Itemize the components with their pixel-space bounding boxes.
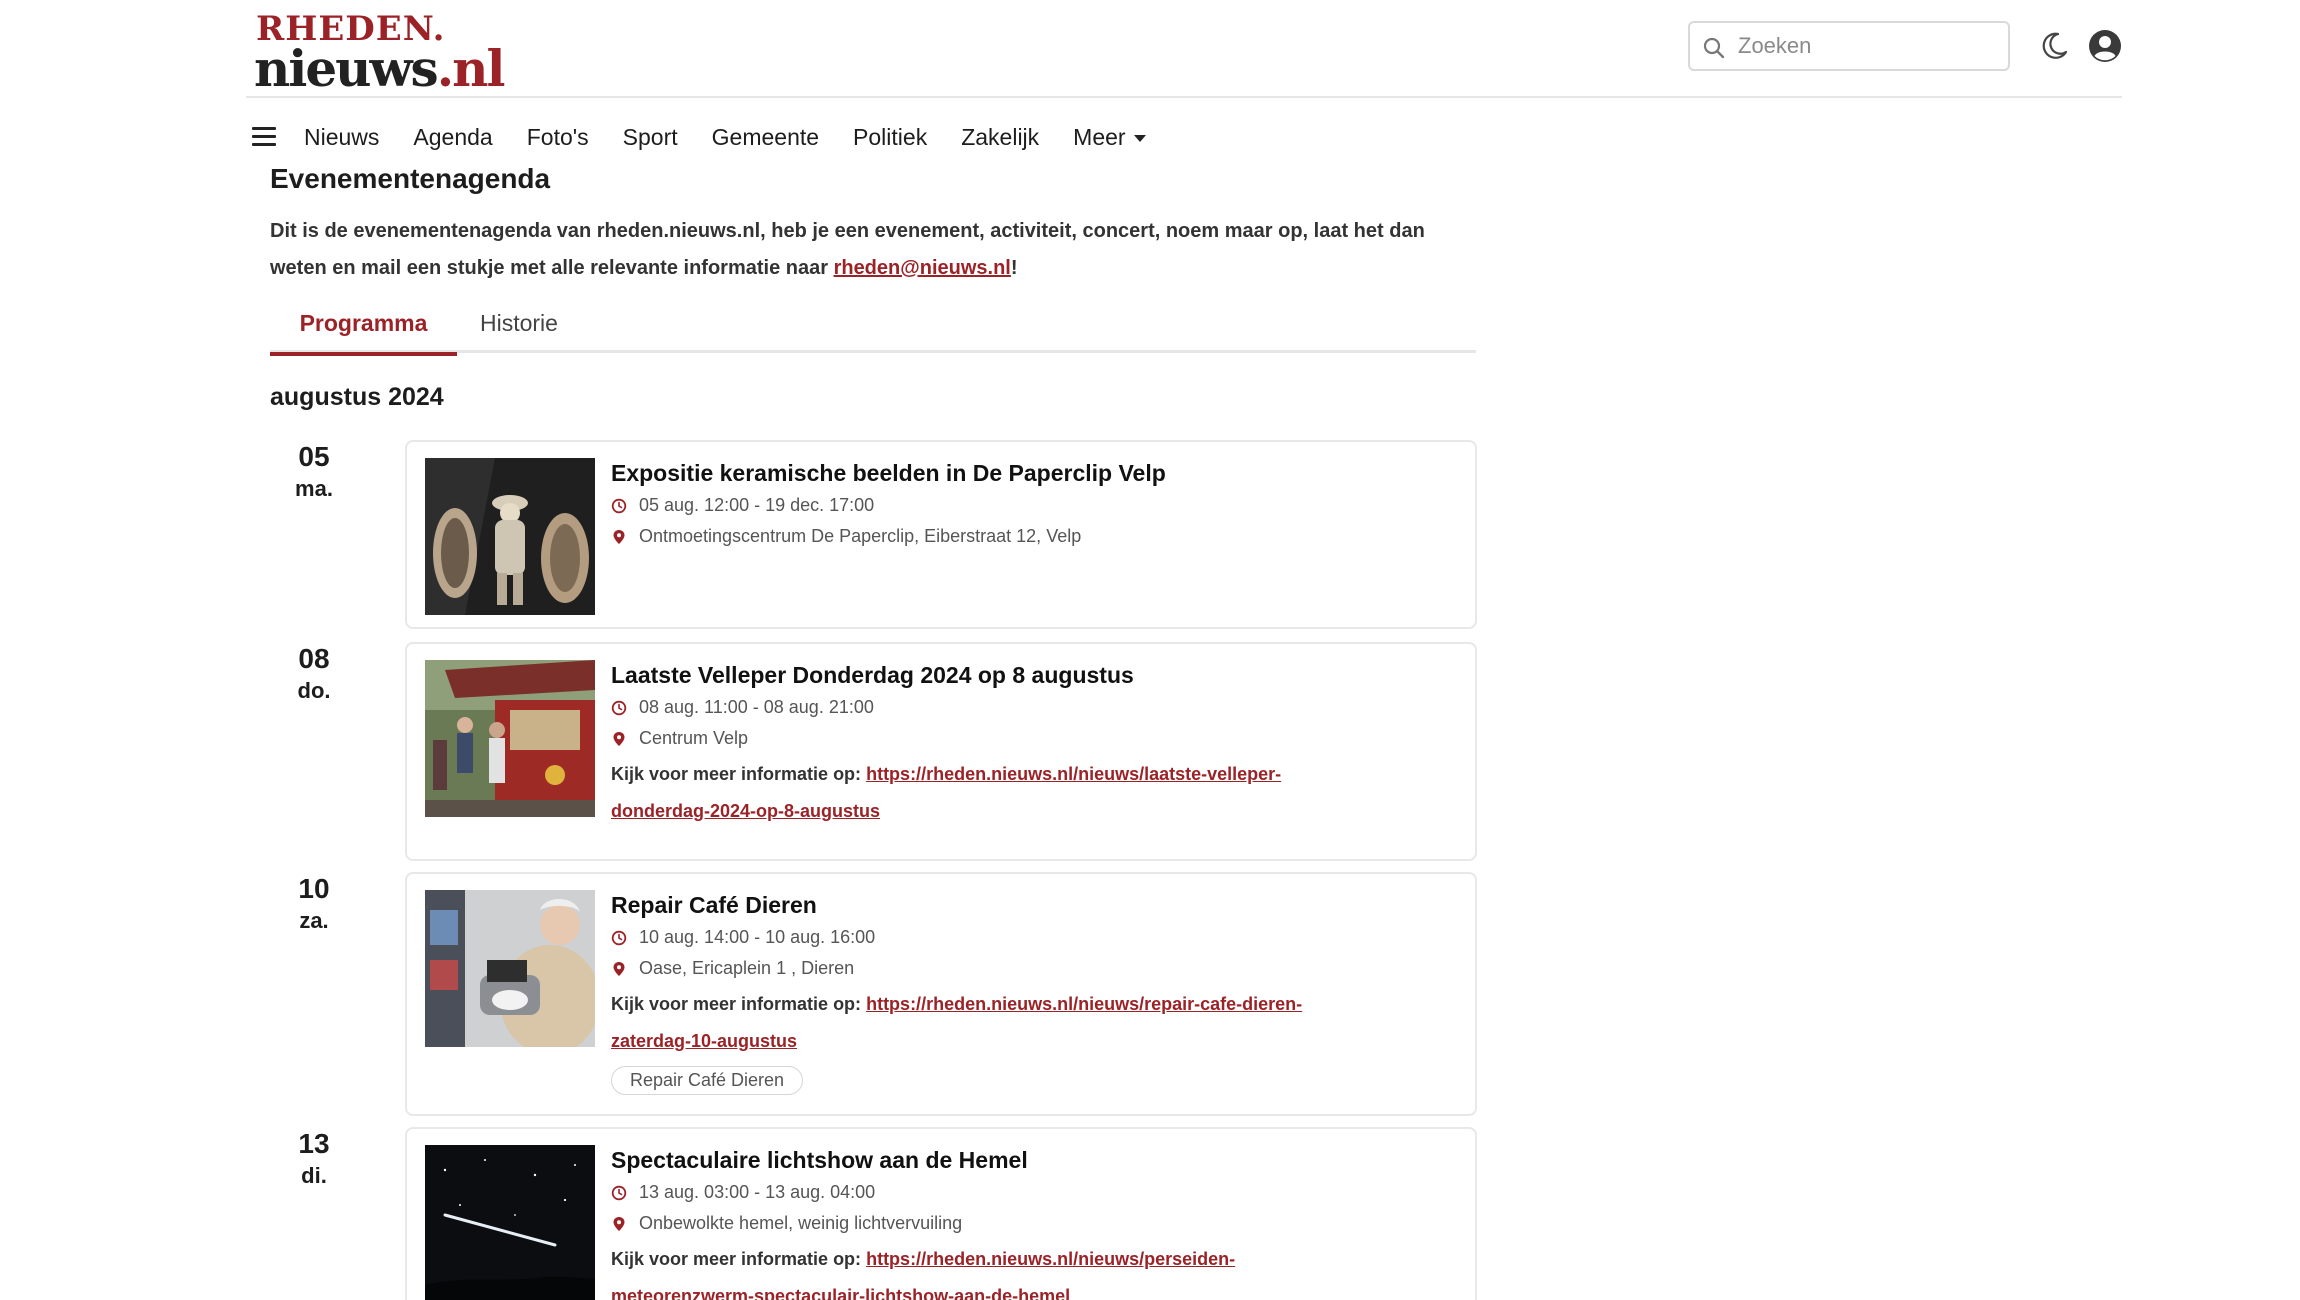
- event-title[interactable]: Spectaculaire lichtshow aan de Hemel: [611, 1143, 1451, 1177]
- search-icon[interactable]: [1702, 36, 1726, 60]
- clock-icon: [611, 700, 627, 716]
- search-input[interactable]: [1738, 31, 1998, 61]
- search-box[interactable]: [1688, 21, 2010, 71]
- event-weekday: do.: [297, 678, 331, 703]
- more-info-link-cont[interactable]: zaterdag-10-augustus: [611, 1031, 797, 1051]
- event-day: 08: [298, 643, 330, 674]
- event-time: 05 aug. 12:00 - 19 dec. 17:00: [611, 490, 1451, 521]
- clock-icon: [611, 1185, 627, 1201]
- more-info-label: Kijk voor meer informatie op:: [611, 1249, 862, 1269]
- map-pin-icon: [613, 732, 625, 746]
- map-pin-icon: [613, 962, 625, 976]
- clock-icon: [611, 930, 627, 946]
- event-location: Onbewolkte hemel, weinig lichtvervuiling: [611, 1208, 1451, 1239]
- event-info: Spectaculaire lichtshow aan de Hemel 13 …: [611, 1143, 1451, 1300]
- event-card[interactable]: Expositie keramische beelden in De Paper…: [405, 440, 1477, 629]
- event-time-text: 05 aug. 12:00 - 19 dec. 17:00: [639, 495, 875, 515]
- event-day: 13: [298, 1128, 330, 1159]
- event-location: Centrum Velp: [611, 723, 1451, 754]
- event-more-info: Kijk voor meer informatie op: https://rh…: [611, 1241, 1451, 1300]
- event-date: 05 ma.: [270, 440, 358, 504]
- event-location: Oase, Ericaplein 1 , Dieren: [611, 953, 1451, 984]
- event-list: 05 ma. Expositie keramische beelden in D…: [270, 0, 1477, 1300]
- event-title[interactable]: Expositie keramische beelden in De Paper…: [611, 456, 1451, 490]
- event-day: 05: [298, 441, 330, 472]
- more-info-link[interactable]: https://rheden.nieuws.nl/nieuws/perseide…: [866, 1249, 1235, 1269]
- event-title[interactable]: Laatste Velleper Donderdag 2024 op 8 aug…: [611, 658, 1451, 692]
- event-info: Expositie keramische beelden in De Paper…: [611, 456, 1451, 552]
- event-thumbnail[interactable]: [425, 890, 595, 1047]
- event-time: 08 aug. 11:00 - 08 aug. 21:00: [611, 692, 1451, 723]
- event-location: Ontmoetingscentrum De Paperclip, Eiberst…: [611, 521, 1451, 552]
- map-pin-icon: [613, 1217, 625, 1231]
- event-day: 10: [298, 873, 330, 904]
- event-thumbnail[interactable]: [425, 660, 595, 817]
- event-weekday: di.: [301, 1163, 327, 1188]
- event-more-info: Kijk voor meer informatie op: https://rh…: [611, 756, 1451, 830]
- event-time-text: 10 aug. 14:00 - 10 aug. 16:00: [639, 927, 876, 947]
- event-thumbnail[interactable]: [425, 1145, 595, 1300]
- event-info: Repair Café Dieren 10 aug. 14:00 - 10 au…: [611, 888, 1451, 1095]
- more-info-link-cont[interactable]: meteorenzwerm-spectaculair-lichtshow-aan…: [611, 1286, 1070, 1300]
- event-title[interactable]: Repair Café Dieren: [611, 888, 1451, 922]
- event-time-text: 13 aug. 03:00 - 13 aug. 04:00: [639, 1182, 876, 1202]
- event-time: 13 aug. 03:00 - 13 aug. 04:00: [611, 1177, 1451, 1208]
- user-icon[interactable]: [2088, 29, 2122, 63]
- event-location-text: Onbewolkte hemel, weinig lichtvervuiling: [639, 1213, 963, 1233]
- event-info: Laatste Velleper Donderdag 2024 op 8 aug…: [611, 658, 1451, 830]
- map-pin-icon: [613, 530, 625, 544]
- event-date: 10 za.: [270, 872, 358, 936]
- event-weekday: za.: [299, 908, 329, 933]
- more-info-link-cont[interactable]: donderdag-2024-op-8-augustus: [611, 801, 880, 821]
- event-time: 10 aug. 14:00 - 10 aug. 16:00: [611, 922, 1451, 953]
- more-info-link[interactable]: https://rheden.nieuws.nl/nieuws/laatste-…: [866, 764, 1281, 784]
- more-info-label: Kijk voor meer informatie op:: [611, 994, 862, 1014]
- event-thumbnail[interactable]: [425, 458, 595, 615]
- event-tag[interactable]: Repair Café Dieren: [611, 1066, 804, 1095]
- event-time-text: 08 aug. 11:00 - 08 aug. 21:00: [639, 697, 874, 717]
- clock-icon: [611, 498, 627, 514]
- event-location-text: Ontmoetingscentrum De Paperclip, Eiberst…: [639, 526, 1082, 546]
- event-location-text: Oase, Ericaplein 1 , Dieren: [639, 958, 855, 978]
- event-card[interactable]: Repair Café Dieren 10 aug. 14:00 - 10 au…: [405, 872, 1477, 1116]
- event-date: 08 do.: [270, 642, 358, 706]
- moon-icon[interactable]: [2038, 30, 2070, 62]
- event-card[interactable]: Laatste Velleper Donderdag 2024 op 8 aug…: [405, 642, 1477, 861]
- more-info-link[interactable]: https://rheden.nieuws.nl/nieuws/repair-c…: [866, 994, 1302, 1014]
- event-date: 13 di.: [270, 1127, 358, 1191]
- more-info-label: Kijk voor meer informatie op:: [611, 764, 862, 784]
- event-location-text: Centrum Velp: [639, 728, 749, 748]
- event-more-info: Kijk voor meer informatie op: https://rh…: [611, 986, 1451, 1060]
- event-card[interactable]: Spectaculaire lichtshow aan de Hemel 13 …: [405, 1127, 1477, 1300]
- event-weekday: ma.: [295, 476, 333, 501]
